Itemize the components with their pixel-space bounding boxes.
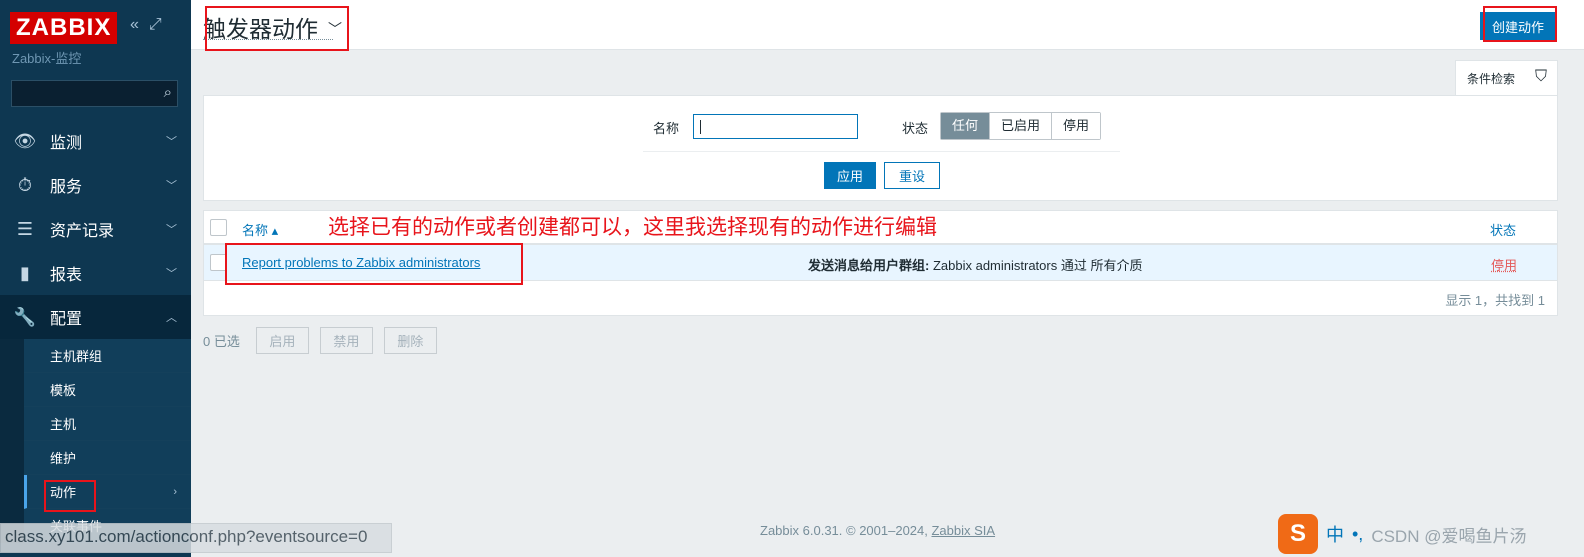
eye-icon: 👁 <box>13 130 37 151</box>
delete-button[interactable]: 删除 <box>383 327 437 354</box>
action-operations: 发送消息给用户群组: Zabbix administrators 通过 所有介质 <box>808 255 1142 274</box>
watermark: CSDN @爱喝鱼片汤 <box>1371 526 1527 546</box>
menu-item-label: 配置 <box>50 311 83 328</box>
footer-text: Zabbix 6.0.31. © 2001–2024, <box>760 523 932 538</box>
footer-link[interactable]: Zabbix SIA <box>931 523 995 538</box>
filter-divider <box>643 151 1120 152</box>
status-option-disabled[interactable]: 停用 <box>1052 113 1101 139</box>
bulk-actions: 0 已选 启用 禁用 删除 <box>203 327 448 354</box>
selected-count: 0 已选 <box>203 334 240 349</box>
status-toggle-link[interactable]: 停用 <box>1491 255 1517 274</box>
results-count: 显示 1，共找到 1 <box>1445 293 1545 308</box>
chevron-down-icon: ﹀ <box>166 136 177 148</box>
submenu-item-hosts[interactable]: 主机 <box>24 407 191 441</box>
chevron-up-icon: ︿ <box>166 312 177 324</box>
operations-label: 发送消息给用户群组: <box>808 258 930 273</box>
status-filter-label: 状态 <box>902 121 929 136</box>
chevron-down-icon: ﹀ <box>166 224 177 236</box>
text-caret <box>700 120 701 134</box>
stopwatch-icon: ⏱ <box>17 174 33 195</box>
name-filter-label: 名称 <box>653 121 680 136</box>
column-header-status: 状态 <box>1490 223 1517 238</box>
reset-button[interactable]: 重设 <box>884 162 940 189</box>
kiosk-mode-icon[interactable]: ⤢ <box>149 16 162 34</box>
status-option-any[interactable]: 任何 <box>941 113 991 139</box>
status-segmented-control: 任何 已启用 停用 <box>940 112 1102 140</box>
submenu-item-templates[interactable]: 模板 <box>24 373 191 407</box>
menu-item-configuration[interactable]: 🔧 配置 ︿ <box>0 295 191 339</box>
configuration-submenu: 主机群组 模板 主机 维护 动作 › 关联事件 <box>0 339 191 543</box>
bar-chart-icon: ▮ <box>20 262 30 283</box>
chevron-down-icon: ﹀ <box>166 180 177 192</box>
ime-language[interactable]: 中 <box>1326 521 1344 547</box>
enable-button[interactable]: 启用 <box>255 327 309 354</box>
menu-item-label: 监测 <box>50 135 83 152</box>
browser-status-url: class.xy101.com/actionconf.php?eventsour… <box>0 523 392 553</box>
highlight-title <box>205 6 349 51</box>
server-name: Zabbix-监控 <box>12 51 82 66</box>
name-filter-input[interactable] <box>693 114 858 139</box>
apply-button[interactable]: 应用 <box>824 162 876 189</box>
chevron-down-icon: ﹀ <box>166 268 177 280</box>
status-option-enabled[interactable]: 已启用 <box>990 113 1053 139</box>
disable-button[interactable]: 禁用 <box>319 327 373 354</box>
wrench-icon: 🔧 <box>13 306 37 327</box>
filter-tab[interactable]: 条件检索 ⛉ <box>1455 60 1558 96</box>
menu-item-inventory[interactable]: ☰ 资产记录 ﹀ <box>0 207 191 251</box>
highlight-create-button <box>1483 6 1557 42</box>
sidebar-search-input[interactable]: ⌕ <box>11 80 178 107</box>
submenu-item-host-groups[interactable]: 主机群组 <box>24 339 191 373</box>
menu-item-label: 服务 <box>50 179 83 196</box>
filter-tab-label: 条件检索 <box>1467 72 1516 86</box>
annotation-text: 选择已有的动作或者创建都可以，这里我选择现有的动作进行编辑 <box>328 216 937 239</box>
zabbix-logo[interactable]: ZABBIX <box>10 12 118 44</box>
list-icon: ☰ <box>16 218 34 239</box>
highlight-actions-menu <box>44 480 96 512</box>
search-icon[interactable]: ⌕ <box>164 84 172 101</box>
highlight-action-row <box>225 243 523 285</box>
filter-panel: 名称 状态 任何 已启用 停用 应用 重设 <box>203 95 1558 201</box>
menu-item-monitoring[interactable]: 👁 监测 ﹀ <box>0 119 191 163</box>
submenu-item-maintenance[interactable]: 维护 <box>24 441 191 475</box>
sidebar-controls: « ⤢ <box>130 16 162 34</box>
filter-icon: ⛉ <box>1534 68 1547 85</box>
operations-text: Zabbix administrators 通过 所有介质 <box>929 258 1143 273</box>
ime-toolbar: S 中 •, CSDN @爱喝鱼片汤 <box>1278 514 1584 554</box>
menu-item-label: 资产记录 <box>50 223 115 240</box>
collapse-sidebar-icon[interactable]: « <box>130 16 139 34</box>
menu-item-services[interactable]: ⏱ 服务 ﹀ <box>0 163 191 207</box>
footer: Zabbix 6.0.31. © 2001–2024, Zabbix SIA <box>760 523 995 538</box>
sogou-logo-icon[interactable]: S <box>1278 514 1318 554</box>
ime-punctuation[interactable]: •, <box>1352 524 1363 545</box>
column-header-name[interactable]: 名称 ▴ <box>242 220 278 239</box>
menu-item-label: 报表 <box>50 267 83 284</box>
page-header: 触发器动作 ﹀ 创建动作 <box>191 0 1584 50</box>
menu-item-reports[interactable]: ▮ 报表 ﹀ <box>0 251 191 295</box>
select-all-checkbox[interactable] <box>210 219 227 236</box>
sidebar: ZABBIX « ⤢ Zabbix-监控 ⌕ 👁 监测 ﹀ ⏱ 服务 ﹀ ☰ 资… <box>0 0 191 557</box>
chevron-right-icon: › <box>173 485 177 498</box>
